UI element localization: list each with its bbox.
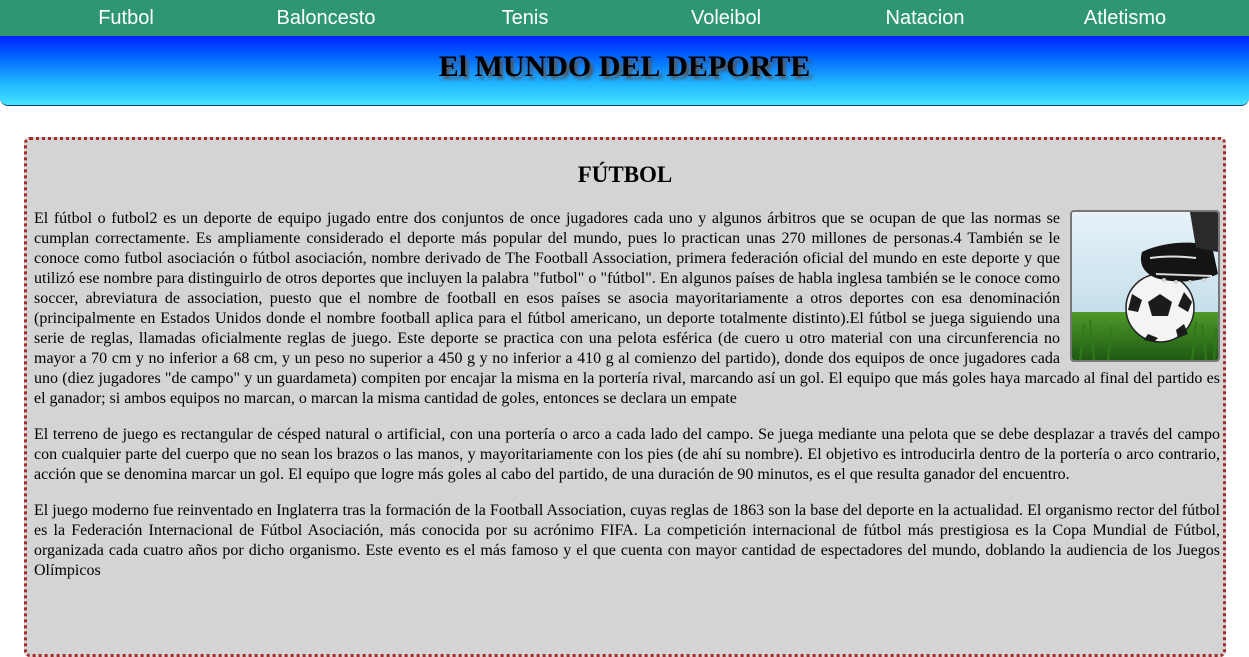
header-banner: El MUNDO DEL DEPORTE [0,36,1249,106]
nav-link-baloncesto[interactable]: Baloncesto [277,0,376,36]
article-heading: FÚTBOL [577,162,673,187]
article-body: El fútbol o futbol2 es un deporte de equ… [34,209,1220,597]
article-paragraph-3: El juego moderno fue reinventado en Ingl… [34,502,1220,579]
nav-link-atletismo[interactable]: Atletismo [1084,0,1166,36]
site-title: El MUNDO DEL DEPORTE [438,50,811,83]
top-nav: Futbol Baloncesto Tenis Voleibol Natacio… [0,0,1249,36]
nav-link-voleibol[interactable]: Voleibol [691,0,761,36]
article-paragraph-2: El terreno de juego es rectangular de cé… [34,426,1220,483]
article-box: FÚTBOL El fútbol o futbol2 es un deporte… [24,137,1226,657]
article-paragraph-1: El fútbol o futbol2 es un deporte de equ… [34,210,1220,407]
nav-link-futbol[interactable]: Futbol [98,0,154,36]
nav-link-tenis[interactable]: Tenis [502,0,549,36]
nav-link-natacion[interactable]: Natacion [886,0,965,36]
soccer-ball-and-boot-photo [1070,210,1220,362]
